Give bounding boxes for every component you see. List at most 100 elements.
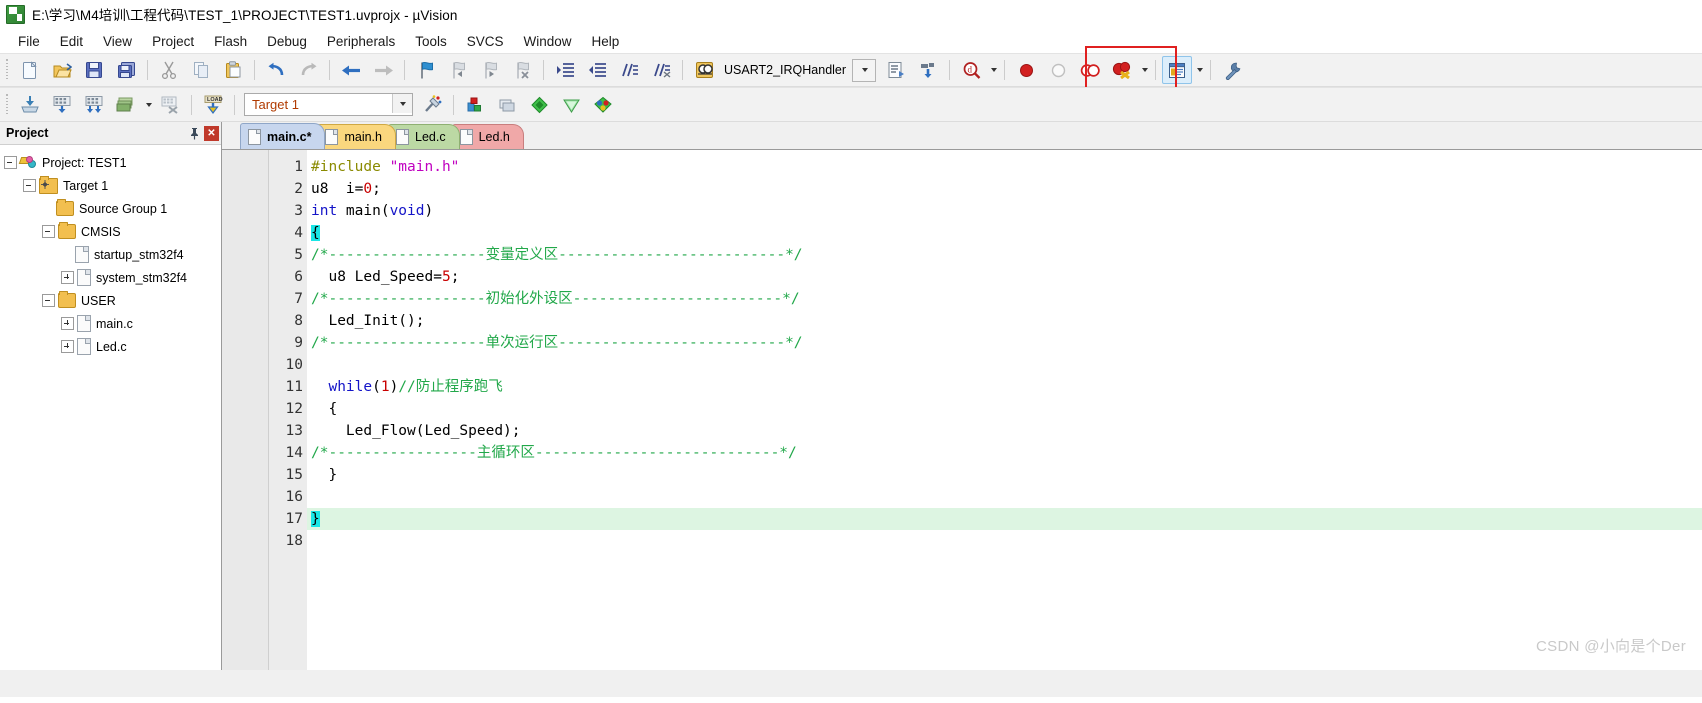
cut-icon[interactable] bbox=[154, 56, 184, 84]
new-file-icon[interactable] bbox=[15, 56, 45, 84]
editor-tab-main-c[interactable]: main.c* bbox=[240, 123, 326, 149]
tree-item-startup-stm32f4[interactable]: startup_stm32f4 bbox=[4, 243, 221, 266]
code-line[interactable]: #include "main.h" bbox=[307, 156, 1702, 178]
code-line[interactable] bbox=[307, 486, 1702, 508]
tree-item-led-c[interactable]: Led.c bbox=[4, 335, 221, 358]
find-dropdown[interactable] bbox=[987, 57, 999, 83]
stop-build-icon[interactable] bbox=[155, 91, 185, 119]
editor-tab-led-c[interactable]: Led.c bbox=[388, 124, 460, 149]
bookmark-toggle-icon[interactable] bbox=[411, 56, 441, 84]
tree-item-project-test1[interactable]: Project: TEST1 bbox=[4, 151, 221, 174]
build-icon[interactable] bbox=[47, 91, 77, 119]
tree-item-user[interactable]: USER bbox=[4, 289, 221, 312]
menu-item-svcs[interactable]: SVCS bbox=[457, 32, 514, 51]
breakpoint-dropdown[interactable] bbox=[1138, 57, 1150, 83]
menu-item-tools[interactable]: Tools bbox=[405, 32, 457, 51]
menu-item-peripherals[interactable]: Peripherals bbox=[317, 32, 405, 51]
code-line[interactable]: } bbox=[307, 464, 1702, 486]
find-icon[interactable]: d bbox=[956, 56, 986, 84]
outdent-icon[interactable] bbox=[582, 56, 612, 84]
batch-build-icon[interactable] bbox=[111, 91, 141, 119]
bookmark-prev-icon[interactable] bbox=[443, 56, 473, 84]
copy-icon[interactable] bbox=[186, 56, 216, 84]
tree-collapse-icon[interactable] bbox=[42, 294, 55, 307]
menu-item-flash[interactable]: Flash bbox=[204, 32, 257, 51]
code-line[interactable]: /*-----------------主循环区-----------------… bbox=[307, 442, 1702, 464]
undo-icon[interactable] bbox=[261, 56, 291, 84]
tree-expand-icon[interactable] bbox=[61, 340, 74, 353]
code-line[interactable]: { bbox=[307, 398, 1702, 420]
editor-tab-led-h[interactable]: Led.h bbox=[451, 124, 524, 149]
select-software-packs-icon[interactable] bbox=[556, 91, 586, 119]
find-in-files-icon[interactable] bbox=[689, 56, 719, 84]
code-line[interactable]: /*------------------变量定义区---------------… bbox=[307, 244, 1702, 266]
navigate-back-icon[interactable] bbox=[336, 56, 366, 84]
code-line[interactable]: Led_Init(); bbox=[307, 310, 1702, 332]
code-line[interactable]: /*------------------单次运行区---------------… bbox=[307, 332, 1702, 354]
tree-expand-icon[interactable] bbox=[61, 271, 74, 284]
manage-runtime-env-icon[interactable] bbox=[492, 91, 522, 119]
menu-item-debug[interactable]: Debug bbox=[257, 32, 317, 51]
open-file-icon[interactable] bbox=[47, 56, 77, 84]
breakpoint-kill-all-icon[interactable] bbox=[1107, 56, 1137, 84]
code-line[interactable]: while(1)//防止程序跑飞 bbox=[307, 376, 1702, 398]
code-line[interactable] bbox=[307, 530, 1702, 552]
code-line[interactable]: u8 i=0; bbox=[307, 178, 1702, 200]
tree-expand-icon[interactable] bbox=[61, 317, 74, 330]
menu-item-project[interactable]: Project bbox=[142, 32, 204, 51]
pack-installer-icon[interactable] bbox=[524, 91, 554, 119]
code-line[interactable] bbox=[307, 354, 1702, 376]
tree-item-main-c[interactable]: main.c bbox=[4, 312, 221, 335]
tree-item-source-group-1[interactable]: Source Group 1 bbox=[4, 197, 221, 220]
function-selector-dropdown[interactable] bbox=[852, 58, 877, 82]
download-icon[interactable]: LOAD bbox=[198, 91, 228, 119]
editor-tab-main-h[interactable]: main.h bbox=[317, 124, 396, 149]
navigate-forward-icon[interactable] bbox=[368, 56, 398, 84]
save-all-icon[interactable] bbox=[111, 56, 141, 84]
indent-icon[interactable] bbox=[550, 56, 580, 84]
redo-icon[interactable] bbox=[293, 56, 323, 84]
target-selector[interactable]: Target 1 bbox=[244, 93, 413, 116]
comment-icon[interactable] bbox=[614, 56, 644, 84]
code-line[interactable]: Led_Flow(Led_Speed); bbox=[307, 420, 1702, 442]
tree-collapse-icon[interactable] bbox=[42, 225, 55, 238]
target-selector-dropdown[interactable] bbox=[392, 94, 412, 113]
uncomment-icon[interactable] bbox=[646, 56, 676, 84]
rebuild-icon[interactable] bbox=[79, 91, 109, 119]
code-line[interactable]: int main(void) bbox=[307, 200, 1702, 222]
tree-item-target-1[interactable]: Target 1 bbox=[4, 174, 221, 197]
code-line[interactable]: u8 Led_Speed=5; bbox=[307, 266, 1702, 288]
breakpoint-insert-icon[interactable] bbox=[1011, 56, 1041, 84]
menu-item-window[interactable]: Window bbox=[513, 32, 581, 51]
code-line[interactable]: } bbox=[307, 508, 1702, 530]
menu-item-help[interactable]: Help bbox=[582, 32, 630, 51]
toolbar-grip[interactable] bbox=[4, 59, 11, 81]
menu-item-edit[interactable]: Edit bbox=[50, 32, 93, 51]
code-text[interactable]: #include "main.h" u8 i=0; int main(void){/… bbox=[307, 150, 1702, 670]
code-line[interactable]: { bbox=[307, 222, 1702, 244]
tree-collapse-icon[interactable] bbox=[4, 156, 17, 169]
insert-include-icon[interactable] bbox=[913, 56, 943, 84]
breakpoint-disable-all-icon[interactable] bbox=[1075, 56, 1105, 84]
target-options-icon[interactable] bbox=[417, 91, 447, 119]
toolbar-grip[interactable] bbox=[4, 93, 11, 116]
batch-build-dropdown[interactable] bbox=[142, 92, 154, 118]
bookmark-clear-icon[interactable] bbox=[507, 56, 537, 84]
multi-project-icon[interactable] bbox=[588, 91, 618, 119]
menu-item-file[interactable]: File bbox=[8, 32, 50, 51]
tree-collapse-icon[interactable] bbox=[23, 179, 36, 192]
save-icon[interactable] bbox=[79, 56, 109, 84]
configure-target-icon[interactable] bbox=[1217, 56, 1247, 84]
translate-icon[interactable] bbox=[15, 91, 45, 119]
paste-icon[interactable] bbox=[218, 56, 248, 84]
pin-icon[interactable] bbox=[186, 125, 202, 141]
tree-item-system-stm32f4[interactable]: system_stm32f4 bbox=[4, 266, 221, 289]
manage-windows-dropdown[interactable] bbox=[1193, 57, 1205, 83]
tree-item-cmsis[interactable]: CMSIS bbox=[4, 220, 221, 243]
bookmark-next-icon[interactable] bbox=[475, 56, 505, 84]
code-line[interactable]: /*------------------初始化外设区--------------… bbox=[307, 288, 1702, 310]
menu-item-view[interactable]: View bbox=[93, 32, 142, 51]
close-icon[interactable]: ✕ bbox=[204, 125, 219, 141]
bookmark-list-icon[interactable] bbox=[881, 56, 911, 84]
breakpoint-enable-icon[interactable] bbox=[1043, 56, 1073, 84]
